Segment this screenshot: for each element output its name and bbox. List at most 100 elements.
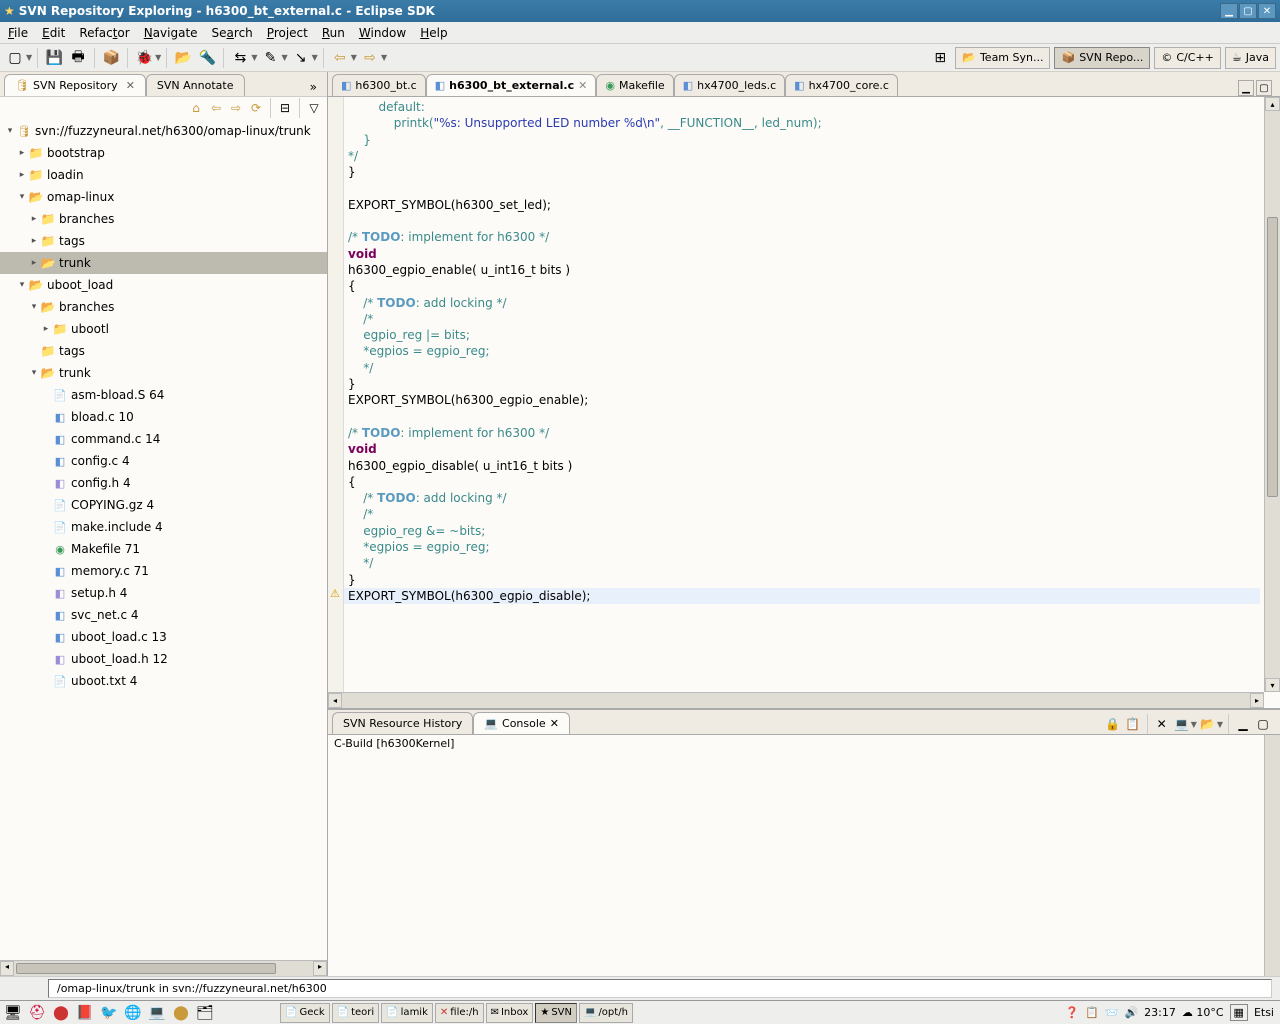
- code-editor[interactable]: ⚠ default: printk("%s: Unsupported LED n…: [328, 96, 1280, 708]
- tab-svn-annotate[interactable]: SVN Annotate: [146, 74, 245, 96]
- terminal-icon[interactable]: 💻: [146, 1003, 168, 1023]
- tree-item[interactable]: COPYING.gz 4: [0, 494, 327, 516]
- tree-item[interactable]: svc_net.c 4: [0, 604, 327, 626]
- close-icon[interactable]: ✕: [578, 79, 587, 92]
- tree-item[interactable]: ▾uboot_load: [0, 274, 327, 296]
- tree-item[interactable]: ▸branches: [0, 208, 327, 230]
- show-desktop-icon[interactable]: 🖥: [2, 1003, 24, 1023]
- forward-button[interactable]: ⇨: [359, 47, 381, 69]
- task-opt[interactable]: 💻/opt/h: [579, 1003, 633, 1023]
- minimize-editor-icon[interactable]: ▁: [1238, 80, 1254, 96]
- weather[interactable]: ☁ 10°C: [1182, 1006, 1224, 1019]
- tree-item[interactable]: ▾trunk: [0, 362, 327, 384]
- tab-console[interactable]: 💻 Console ✕: [473, 712, 570, 734]
- editor-tab-h6300-bt[interactable]: ◧h6300_bt.c: [332, 74, 426, 96]
- menu-edit[interactable]: Edit: [42, 26, 65, 40]
- open-perspective-button[interactable]: ⊞: [929, 47, 951, 69]
- perspective-team-sync[interactable]: 📂 Team Syn...: [955, 47, 1050, 69]
- app-icon-2[interactable]: 📕: [74, 1003, 96, 1023]
- tree-item[interactable]: ▸tags: [0, 230, 327, 252]
- collapse-all-icon[interactable]: ⊟: [276, 99, 294, 117]
- menu-project[interactable]: Project: [267, 26, 308, 40]
- app-icon-3[interactable]: ⬤: [170, 1003, 192, 1023]
- menu-run[interactable]: Run: [322, 26, 345, 40]
- home-icon[interactable]: ⌂: [187, 99, 205, 117]
- app-icon-4[interactable]: 🗂: [194, 1003, 216, 1023]
- close-icon[interactable]: ✕: [126, 79, 135, 92]
- workspace-switcher[interactable]: ▦: [1230, 1004, 1248, 1021]
- repository-tree[interactable]: ▾svn://fuzzyneural.net/h6300/omap-linux/…: [0, 118, 327, 960]
- code-content[interactable]: default: printk("%s: Unsupported LED num…: [344, 97, 1264, 692]
- save-button[interactable]: 💾: [43, 47, 65, 69]
- scroll-lock-icon[interactable]: 📋: [1124, 715, 1142, 733]
- clear-console-icon[interactable]: ✕: [1153, 715, 1171, 733]
- tree-item[interactable]: setup.h 4: [0, 582, 327, 604]
- tab-svn-repository[interactable]: 🛢 SVN Repository ✕: [4, 74, 146, 96]
- back-button[interactable]: ⇦: [329, 47, 351, 69]
- tree-item[interactable]: ▾branches: [0, 296, 327, 318]
- print-button[interactable]: 🖶: [67, 47, 89, 69]
- horizontal-scrollbar[interactable]: ◂ ▸: [0, 960, 327, 976]
- open-type-button[interactable]: 📂: [172, 47, 194, 69]
- menu-search[interactable]: Search: [212, 26, 253, 40]
- thunderbird-icon[interactable]: 🐦: [98, 1003, 120, 1023]
- close-window-button[interactable]: ✕: [1258, 3, 1276, 19]
- editor-tab-h6300-bt-external[interactable]: ◧h6300_bt_external.c✕: [426, 74, 597, 96]
- annotation-button[interactable]: ✎: [259, 47, 281, 69]
- editor-tab-makefile[interactable]: ◉Makefile: [596, 74, 673, 96]
- tree-item[interactable]: uboot.txt 4: [0, 670, 327, 692]
- editor-tab-hx4700-leds[interactable]: ◧hx4700_leds.c: [674, 74, 785, 96]
- console-scrollbar[interactable]: [1264, 735, 1280, 976]
- task-inbox[interactable]: ✉Inbox: [486, 1003, 534, 1023]
- menu-navigate[interactable]: Navigate: [144, 26, 198, 40]
- minimize-view-icon[interactable]: ▁: [1234, 715, 1252, 733]
- minimize-button[interactable]: ▁: [1220, 3, 1238, 19]
- tree-item[interactable]: make.include 4: [0, 516, 327, 538]
- pin-console-icon[interactable]: 🔒: [1104, 715, 1122, 733]
- task-lamik[interactable]: 📄lamik: [381, 1003, 433, 1023]
- maximize-button[interactable]: ▢: [1239, 3, 1257, 19]
- console-output[interactable]: C-Build [h6300Kernel]: [328, 734, 1280, 976]
- new-button[interactable]: ▢: [4, 47, 26, 69]
- tree-item[interactable]: ▸loadin: [0, 164, 327, 186]
- menu-refactor[interactable]: Refactor: [79, 26, 129, 40]
- back-nav-icon[interactable]: ⇦: [207, 99, 225, 117]
- tray-icon-2[interactable]: 📨: [1105, 1006, 1119, 1019]
- help-icon[interactable]: ⛑: [26, 1003, 48, 1023]
- editor-tab-hx4700-core[interactable]: ◧hx4700_core.c: [785, 74, 898, 96]
- tree-item[interactable]: ▸ubootl: [0, 318, 327, 340]
- app-icon-1[interactable]: ⬤: [50, 1003, 72, 1023]
- search-label[interactable]: Etsi: [1254, 1006, 1274, 1019]
- search-button[interactable]: 🔦: [196, 47, 218, 69]
- maximize-view-icon[interactable]: ▢: [1254, 715, 1272, 733]
- tab-svn-resource-history[interactable]: SVN Resource History: [332, 712, 473, 734]
- menu-file[interactable]: File: [8, 26, 28, 40]
- close-icon[interactable]: ✕: [550, 717, 559, 730]
- task-teori[interactable]: 📄teori: [332, 1003, 380, 1023]
- next-annotation-button[interactable]: ↘: [290, 47, 312, 69]
- tree-item[interactable]: bload.c 10: [0, 406, 327, 428]
- tree-item[interactable]: ▸trunk: [0, 252, 327, 274]
- clock[interactable]: 23:17: [1144, 1006, 1176, 1019]
- firefox-icon[interactable]: 🌐: [122, 1003, 144, 1023]
- perspective-c-cpp[interactable]: © C/C++: [1154, 47, 1221, 69]
- menu-help[interactable]: Help: [420, 26, 447, 40]
- perspective-svn-repo[interactable]: 📦 SVN Repo...: [1054, 47, 1150, 69]
- tab-overflow-icon[interactable]: »: [304, 78, 323, 96]
- tree-item[interactable]: uboot_load.h 12: [0, 648, 327, 670]
- update-icon[interactable]: ❓: [1065, 1006, 1079, 1019]
- tree-item[interactable]: Makefile 71: [0, 538, 327, 560]
- tree-item[interactable]: config.h 4: [0, 472, 327, 494]
- tree-item[interactable]: memory.c 71: [0, 560, 327, 582]
- toggle-button[interactable]: ⇆: [229, 47, 251, 69]
- maximize-editor-icon[interactable]: ▢: [1256, 80, 1272, 96]
- tree-item[interactable]: ▸bootstrap: [0, 142, 327, 164]
- tree-item[interactable]: asm-bload.S 64: [0, 384, 327, 406]
- tree-item[interactable]: config.c 4: [0, 450, 327, 472]
- tray-icon-1[interactable]: 📋: [1085, 1006, 1099, 1019]
- menu-window[interactable]: Window: [359, 26, 406, 40]
- task-svn[interactable]: ★SVN: [535, 1003, 577, 1023]
- open-console-icon[interactable]: 📂: [1199, 715, 1217, 733]
- tree-item[interactable]: ▾omap-linux: [0, 186, 327, 208]
- display-console-icon[interactable]: 💻: [1173, 715, 1191, 733]
